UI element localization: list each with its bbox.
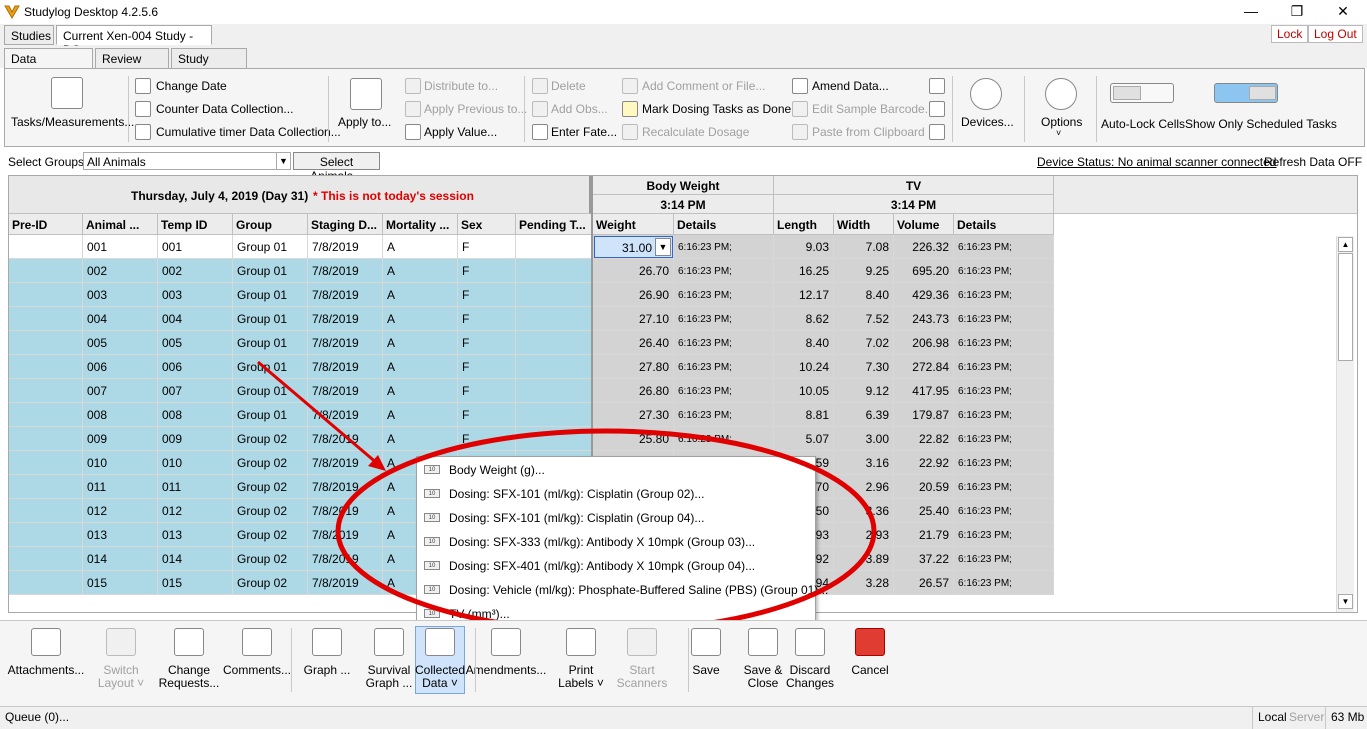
bottom-button-label: Changes [785,676,835,690]
bottom-button[interactable]: Cancel [825,628,915,677]
toolbar-icon [566,628,596,656]
toolbar-icon [425,628,455,656]
bottom-button-label: Scanners [616,676,668,690]
status-server: Server [1289,710,1325,724]
toolbar-icon [242,628,272,656]
toolbar-icon [31,628,61,656]
toolbar-separator [291,628,292,692]
status-bar [0,706,1367,729]
status-local: Local [1258,710,1287,724]
status-separator [1252,706,1253,729]
annotation-arrow-line [257,360,379,466]
status-separator [1325,706,1326,729]
annotation-ellipse [335,428,877,634]
bottom-button-label: Requests... [158,676,220,690]
toolbar-icon [491,628,521,656]
toolbar-icon [855,628,885,656]
queue-link[interactable]: Queue (0)... [5,710,69,724]
toolbar-icon [312,628,342,656]
toolbar-separator [688,628,689,692]
toolbar-icon [174,628,204,656]
toolbar-icon [106,628,136,656]
bottom-button-label: Cancel [851,663,889,677]
toolbar-icon [691,628,721,656]
status-memory: 63 Mb [1331,710,1365,724]
toolbar-icon [795,628,825,656]
bottom-button-label: Data ˅ [422,676,458,690]
toolbar-icon [627,628,657,656]
toolbar-separator [475,628,476,692]
